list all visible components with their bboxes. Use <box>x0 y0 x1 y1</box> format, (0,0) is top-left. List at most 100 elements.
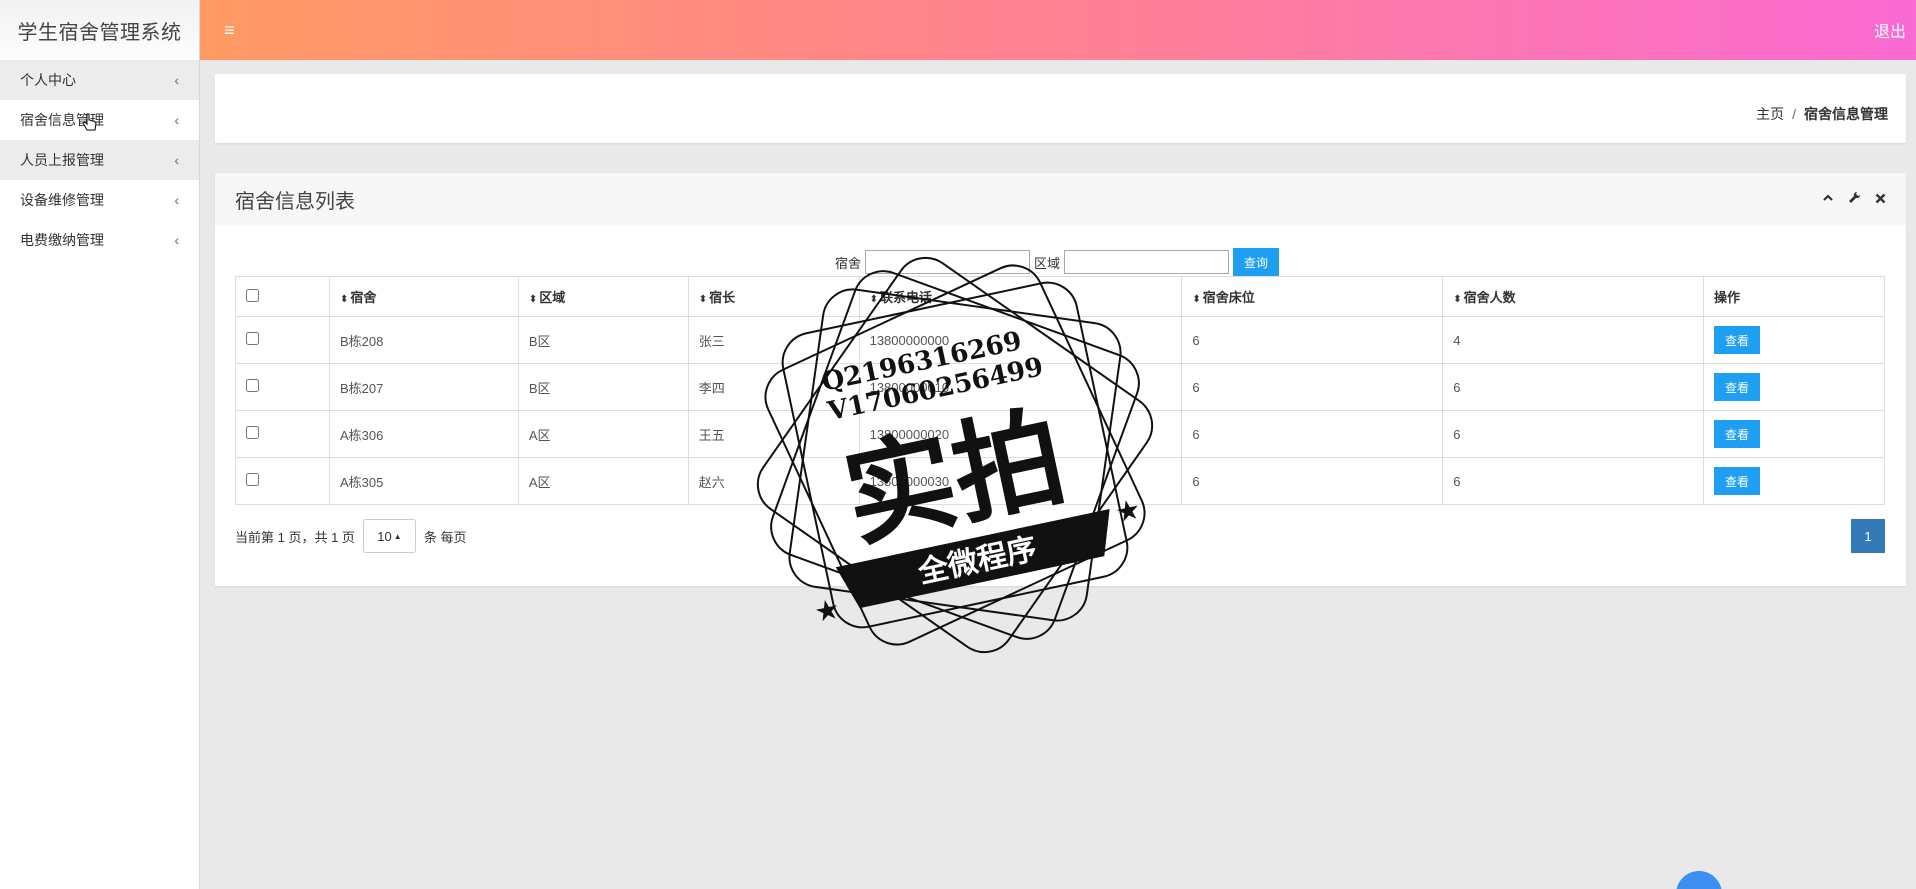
cell-phone: 13800000010 <box>859 363 1183 411</box>
column-label: 宿长 <box>709 290 736 305</box>
breadcrumb-home[interactable]: 主页 <box>1756 106 1784 122</box>
breadcrumb-panel: 主页 / 宿舍信息管理 <box>215 74 1906 143</box>
sidebar-item-repair[interactable]: 设备维修管理 ‹ <box>0 180 199 220</box>
column-label: 联系电话 <box>879 290 932 305</box>
panel-tools <box>1822 191 1886 207</box>
cell-leader: 李四 <box>688 363 860 411</box>
table-row: B栋208 B区 张三 13800000000 6 4 查看 <box>235 316 1885 364</box>
cell-beds: 6 <box>1181 410 1444 458</box>
cell-phone: 13800000020 <box>859 410 1183 458</box>
hand-cursor-icon <box>82 113 98 138</box>
cell-dorm: A栋305 <box>329 457 519 505</box>
column-header-area[interactable]: ⬍ 区域 <box>518 276 689 317</box>
sort-icon: ⬍ <box>339 294 349 305</box>
row-checkbox[interactable] <box>246 379 259 392</box>
sort-icon: ⬍ <box>1453 294 1462 305</box>
cell-people: 6 <box>1442 457 1705 505</box>
table-row: B栋207 B区 李四 13800000010 6 6 查看 <box>235 363 1885 411</box>
panel-header: 宿舍信息列表 <box>215 173 1906 225</box>
row-checkbox[interactable] <box>246 332 259 345</box>
menu-toggle-icon[interactable]: ≡ <box>224 20 235 41</box>
cell-dorm: A栋306 <box>329 410 519 458</box>
cell-beds: 6 <box>1181 363 1444 411</box>
cell-area: A区 <box>518 410 689 458</box>
collapse-icon[interactable] <box>1822 191 1834 207</box>
column-header-beds[interactable]: ⬍ 宿舍床位 <box>1181 276 1444 317</box>
logout-link[interactable]: 退出 <box>1874 18 1916 42</box>
page-info-text: 当前第 1 页，共 1 页 <box>235 529 355 545</box>
column-header-people[interactable]: ⬍ 宿舍人数 <box>1442 276 1705 317</box>
page-size-value: 10 <box>377 528 392 544</box>
panel-title: 宿舍信息列表 <box>235 190 355 213</box>
row-checkbox[interactable] <box>246 473 259 486</box>
cell-dorm: B栋207 <box>329 363 519 411</box>
floating-action-button[interactable] <box>1676 871 1722 889</box>
column-label: 宿舍人数 <box>1463 290 1516 305</box>
table-row: A栋306 A区 王五 13800000020 6 6 查看 <box>235 410 1885 458</box>
cell-dorm: B栋208 <box>329 316 519 364</box>
sort-icon: ⬍ <box>698 294 708 305</box>
view-button[interactable]: 查看 <box>1714 326 1761 354</box>
view-button[interactable]: 查看 <box>1714 373 1761 401</box>
cell-beds: 6 <box>1181 316 1444 364</box>
view-button[interactable]: 查看 <box>1714 467 1761 495</box>
column-header-dorm[interactable]: ⬍ 宿舍 <box>329 276 519 317</box>
table-header-row: ⬍ 宿舍 ⬍ 区域 ⬍ 宿长 ⬍ 联系电话 ⬍ 宿舍床位 ⬍ 宿舍人数 操作 <box>235 276 1885 317</box>
breadcrumb-separator: / <box>1792 106 1796 122</box>
cell-area: B区 <box>518 363 689 411</box>
column-header-phone[interactable]: ⬍ 联系电话 <box>859 276 1183 317</box>
column-header-leader[interactable]: ⬍ 宿长 <box>688 276 860 317</box>
page-size-select[interactable]: 10 ▲ <box>362 519 416 553</box>
column-label: 宿舍 <box>350 290 377 305</box>
view-button[interactable]: 查看 <box>1714 420 1761 448</box>
area-search-label: 区域 <box>1034 255 1061 271</box>
breadcrumb-current: 宿舍信息管理 <box>1804 106 1888 122</box>
close-icon[interactable] <box>1875 191 1886 207</box>
chevron-left-icon: ‹ <box>174 112 179 128</box>
star-icon: ★ <box>812 593 843 629</box>
column-label: 宿舍床位 <box>1202 290 1255 305</box>
search-button[interactable]: 查询 <box>1233 248 1280 276</box>
pagination-info: 当前第 1 页，共 1 页 10 ▲ 条 每页 <box>235 519 467 553</box>
sidebar-item-person-report[interactable]: 人员上报管理 ‹ <box>0 140 199 180</box>
sidebar-item-label: 电费缴纳管理 <box>20 232 104 248</box>
chevron-left-icon: ‹ <box>174 192 179 208</box>
sidebar-item-dorm-info[interactable]: 宿舍信息管理 ‹ <box>0 100 199 140</box>
sidebar-item-label: 设备维修管理 <box>20 192 104 208</box>
sidebar-item-personal-center[interactable]: 个人中心 ‹ <box>0 60 199 100</box>
sort-icon: ⬍ <box>869 294 878 305</box>
column-label: 区域 <box>539 290 566 305</box>
cell-area: A区 <box>518 457 689 505</box>
dorm-list-panel: 宿舍信息列表 宿舍 区域 查询 ⬍ 宿舍 ⬍ 区域 ⬍ 宿长 ⬍ 联系电话 ⬍ … <box>215 173 1906 586</box>
cell-people: 6 <box>1442 363 1705 411</box>
app-title: 学生宿舍管理系统 <box>0 0 199 60</box>
wrench-icon[interactable] <box>1848 191 1861 207</box>
cell-area: B区 <box>518 316 689 364</box>
select-all-cell <box>235 276 330 317</box>
breadcrumb: 主页 / 宿舍信息管理 <box>1756 104 1888 124</box>
sort-icon: ⬍ <box>528 294 538 305</box>
sidebar: 学生宿舍管理系统 个人中心 ‹ 宿舍信息管理 ‹ 人员上报管理 ‹ 设备维修管理… <box>0 0 200 889</box>
cell-people: 4 <box>1442 316 1705 364</box>
dorm-search-input[interactable] <box>865 250 1031 274</box>
cell-leader: 张三 <box>688 316 860 364</box>
sidebar-item-electricity[interactable]: 电费缴纳管理 ‹ <box>0 220 199 260</box>
sidebar-item-label: 个人中心 <box>20 72 76 88</box>
cell-people: 6 <box>1442 410 1705 458</box>
cell-beds: 6 <box>1181 457 1444 505</box>
table-row: A栋305 A区 赵六 13800000030 6 6 查看 <box>235 457 1885 505</box>
caret-up-icon: ▲ <box>393 531 402 541</box>
cell-leader: 王五 <box>688 410 860 458</box>
dorm-search-label: 宿舍 <box>835 255 862 271</box>
chevron-left-icon: ‹ <box>174 232 179 248</box>
select-all-checkbox[interactable] <box>246 288 259 302</box>
top-header: ≡ 退出 <box>200 0 1916 60</box>
row-checkbox[interactable] <box>246 426 259 439</box>
sidebar-menu: 个人中心 ‹ 宿舍信息管理 ‹ 人员上报管理 ‹ 设备维修管理 ‹ 电费缴纳管理… <box>0 60 199 260</box>
cell-phone: 13800000030 <box>859 457 1183 505</box>
area-search-input[interactable] <box>1064 250 1230 274</box>
cell-phone: 13800000000 <box>859 316 1183 364</box>
page-button-1[interactable]: 1 <box>1851 519 1885 553</box>
sort-icon: ⬍ <box>1192 294 1201 305</box>
dorm-table: ⬍ 宿舍 ⬍ 区域 ⬍ 宿长 ⬍ 联系电话 ⬍ 宿舍床位 ⬍ 宿舍人数 操作 B栋208 B… <box>235 276 1885 505</box>
